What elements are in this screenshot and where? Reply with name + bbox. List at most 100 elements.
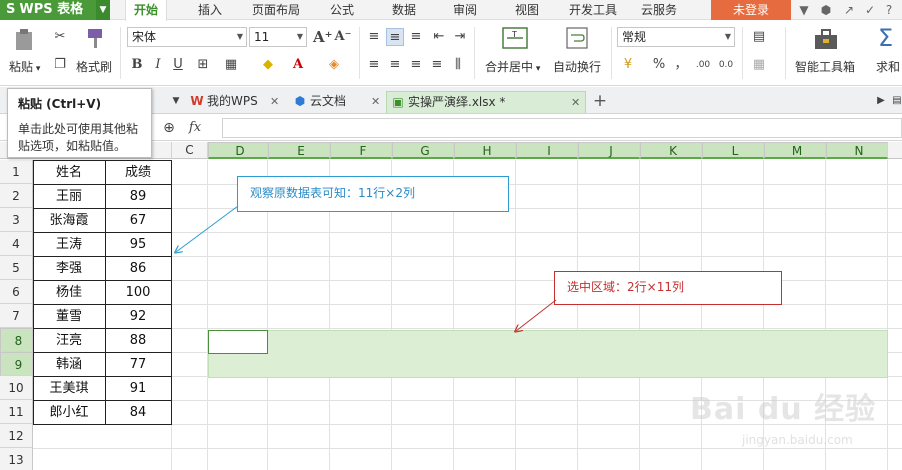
tab-list-icon[interactable]: ▼ <box>167 92 185 110</box>
table-cell[interactable]: 郎小红 <box>34 401 104 425</box>
column-header-i[interactable]: I <box>516 142 578 159</box>
row-header-12[interactable]: 12 <box>0 424 33 448</box>
clear-format-icon[interactable]: ◈ <box>325 56 343 74</box>
row-header-4[interactable]: 4 <box>0 232 33 256</box>
row-header-5[interactable]: 5 <box>0 256 33 280</box>
format-painter-button[interactable]: 格式刷 <box>76 58 112 75</box>
align-bottom-icon[interactable]: ≡ <box>407 28 425 46</box>
column-header-g[interactable]: G <box>392 142 454 159</box>
font-name-select[interactable]: 宋体 ▼ <box>127 27 247 47</box>
sync-icon[interactable]: ✓ <box>862 2 878 18</box>
table-cell[interactable]: 杨佳 <box>34 281 104 305</box>
table-cell[interactable]: 88 <box>105 329 171 353</box>
smart-toolbox-button[interactable]: 智能工具箱 <box>795 58 855 75</box>
row-header-7[interactable]: 7 <box>0 304 33 328</box>
align-center-icon[interactable]: ≡ <box>386 56 404 74</box>
border-icon[interactable]: ⊞ <box>194 56 212 74</box>
table-cell[interactable]: 84 <box>105 401 171 425</box>
table-cell[interactable]: 汪亮 <box>34 329 104 353</box>
merge-center-icon[interactable]: T <box>502 26 528 50</box>
formula-input[interactable] <box>222 118 902 138</box>
active-cell[interactable] <box>208 330 268 354</box>
smart-toolbox-icon[interactable] <box>812 26 840 52</box>
align-middle-icon[interactable]: ≡ <box>386 28 404 46</box>
close-icon[interactable]: ✕ <box>571 92 580 113</box>
grow-font-icon[interactable]: A⁺ <box>313 28 333 46</box>
column-header-c[interactable]: C <box>172 142 208 159</box>
table-cell[interactable]: 王丽 <box>34 185 104 209</box>
row-header-11[interactable]: 11 <box>0 400 33 424</box>
sum-icon[interactable]: Σ <box>878 24 893 52</box>
font-color-icon[interactable]: A <box>289 56 307 74</box>
number-format-select[interactable]: 常规 ▼ <box>617 27 735 47</box>
skin-icon[interactable]: ▼ <box>796 2 812 18</box>
row-header-6[interactable]: 6 <box>0 280 33 304</box>
column-header-e[interactable]: E <box>268 142 330 159</box>
align-right-icon[interactable]: ≡ <box>407 56 425 74</box>
table-cell[interactable]: 李强 <box>34 257 104 281</box>
table-cell[interactable]: 77 <box>105 353 171 377</box>
tab-insert[interactable]: 插入 <box>190 0 230 20</box>
column-header-h[interactable]: H <box>454 142 516 159</box>
column-header-n[interactable]: N <box>826 142 888 159</box>
row-header-2[interactable]: 2 <box>0 184 33 208</box>
help-icon[interactable]: ? <box>881 2 897 18</box>
currency-icon[interactable]: ¥ <box>619 56 637 74</box>
column-header-f[interactable]: F <box>330 142 392 159</box>
column-header-m[interactable]: M <box>764 142 826 159</box>
increase-indent-icon[interactable]: ⇥ <box>451 28 469 46</box>
percent-button[interactable]: % <box>650 56 668 74</box>
tab-formulas[interactable]: 公式 <box>322 0 362 20</box>
table-cell[interactable]: 95 <box>105 233 171 257</box>
column-header-j[interactable]: J <box>578 142 640 159</box>
comma-style-button[interactable]: ， <box>672 56 690 74</box>
align-left-icon[interactable]: ≡ <box>365 56 383 74</box>
header-cell-score[interactable]: 成绩 <box>105 161 171 185</box>
table-cell[interactable]: 91 <box>105 377 171 401</box>
tab-home[interactable]: 开始 <box>125 0 167 21</box>
copy-icon[interactable]: ❐ <box>51 56 69 74</box>
paste-icon[interactable] <box>12 28 36 52</box>
conditional-format-icon[interactable]: ▦ <box>750 56 768 74</box>
column-header-k[interactable]: K <box>640 142 702 159</box>
decrease-decimal-button[interactable]: 0.0 <box>717 56 735 74</box>
app-menu-button[interactable]: S WPS 表格 ▼ <box>0 0 110 20</box>
wrap-text-button[interactable]: 自动换行 <box>553 58 601 75</box>
row-header-13[interactable]: 13 <box>0 448 33 470</box>
cell-style-icon[interactable]: ▦ <box>222 56 240 74</box>
table-cell[interactable]: 韩涵 <box>34 353 104 377</box>
login-button[interactable]: 未登录 <box>711 0 791 20</box>
fill-color-icon[interactable]: ◆ <box>259 56 277 74</box>
merge-center-button[interactable]: 合并居中 ▾ <box>485 58 540 75</box>
tab-review[interactable]: 审阅 <box>445 0 485 20</box>
tab-my-wps[interactable]: W 我的WPS ✕ <box>186 91 282 113</box>
row-header-8[interactable]: 8 <box>0 328 33 352</box>
tab-workbook[interactable]: ▣ 实操严演绎.xlsx * ✕ <box>386 91 586 113</box>
distributed-icon[interactable]: ⫼ <box>449 56 467 74</box>
table-cell[interactable]: 王美琪 <box>34 377 104 401</box>
row-header-3[interactable]: 3 <box>0 208 33 232</box>
column-header-l[interactable]: L <box>702 142 764 159</box>
tab-view[interactable]: 视图 <box>507 0 547 20</box>
table-cell[interactable]: 100 <box>105 281 171 305</box>
hexagon-icon[interactable]: ⬢ <box>818 2 834 18</box>
new-tab-icon[interactable]: + <box>591 92 609 110</box>
paste-button[interactable]: 粘贴 ▾ <box>9 58 40 75</box>
tab-cloud-docs[interactable]: ⬢ 云文档 ✕ <box>289 91 383 113</box>
app-menu-dropdown-icon[interactable]: ▼ <box>96 0 110 20</box>
header-cell-name[interactable]: 姓名 <box>34 161 104 185</box>
table-cell[interactable]: 67 <box>105 209 171 233</box>
close-icon[interactable]: ✕ <box>270 91 279 112</box>
tab-cloud-service[interactable]: 云服务 <box>636 0 682 20</box>
justify-icon[interactable]: ≡ <box>428 56 446 74</box>
underline-icon[interactable]: U <box>169 56 187 74</box>
tab-page-layout[interactable]: 页面布局 <box>248 0 304 20</box>
more-icon[interactable]: ▤ <box>888 92 902 110</box>
table-cell[interactable]: 86 <box>105 257 171 281</box>
zoom-lookup-icon[interactable]: ⊕ <box>160 119 178 137</box>
format-painter-icon[interactable] <box>82 26 108 52</box>
selection-range[interactable] <box>208 330 888 378</box>
row-header-1[interactable]: 1 <box>0 160 33 184</box>
row-header-9[interactable]: 9 <box>0 352 33 376</box>
share-icon[interactable]: ↗ <box>841 2 857 18</box>
